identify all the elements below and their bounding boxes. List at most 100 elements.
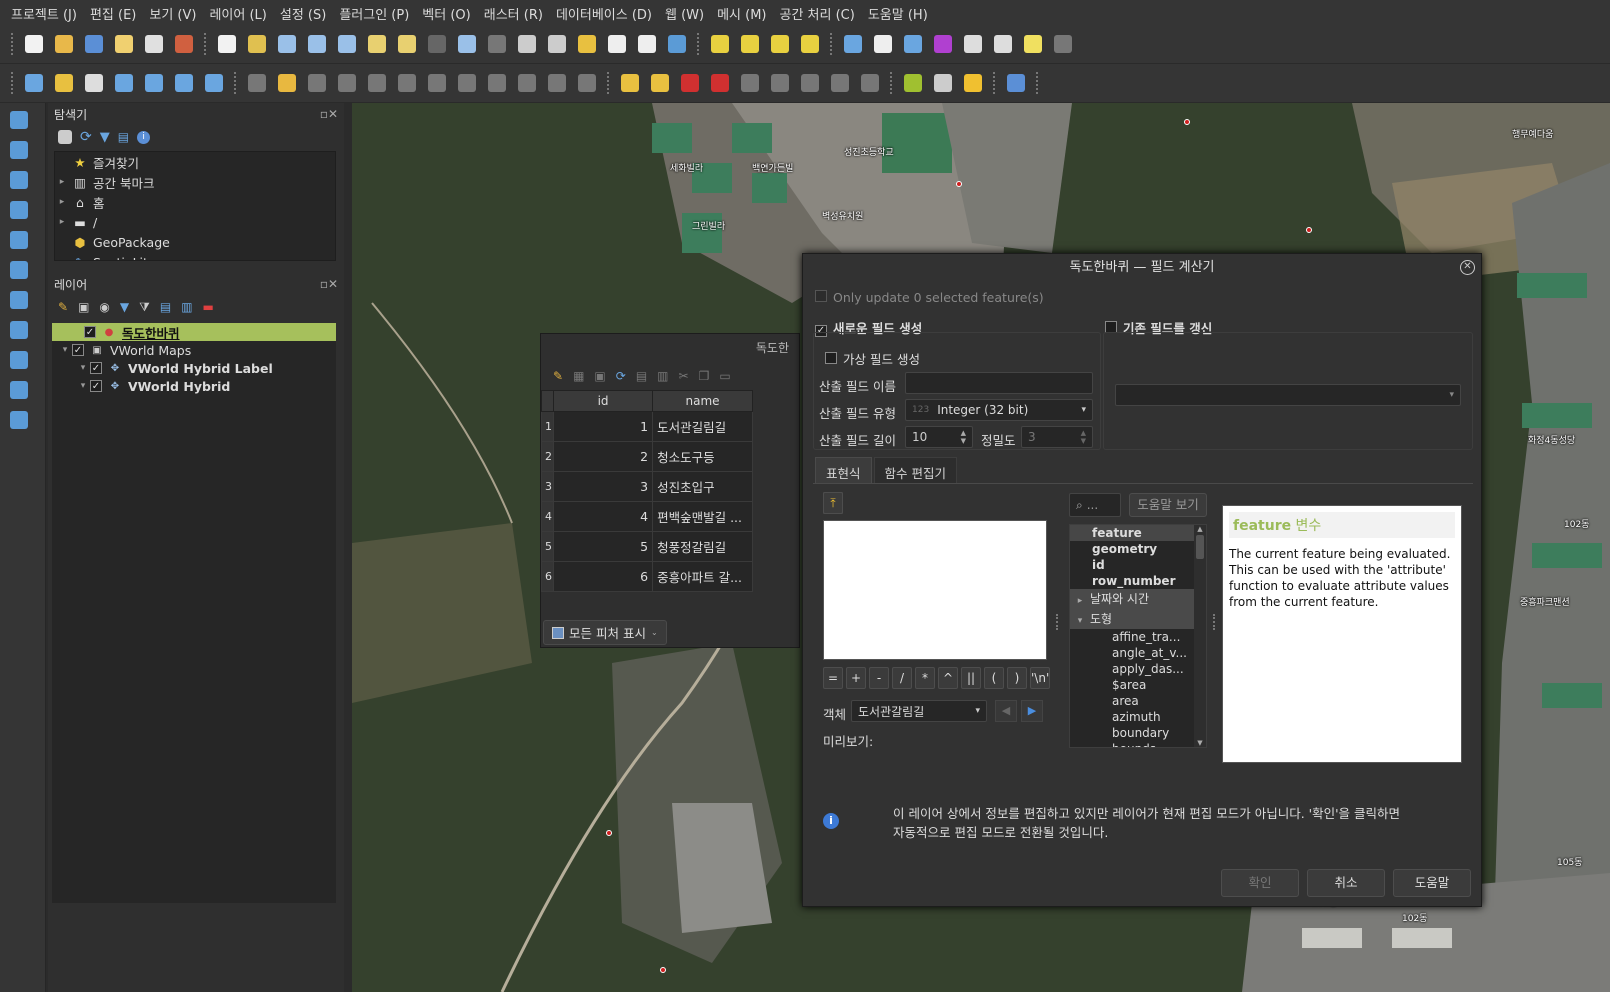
function-search-input[interactable]: ⌕ ... bbox=[1069, 493, 1121, 517]
bookmark-icon[interactable] bbox=[574, 31, 600, 57]
browser-item[interactable]: ✎ SpatiaLite bbox=[55, 252, 335, 261]
diagram-icon[interactable] bbox=[707, 70, 733, 96]
map-place-label[interactable]: 102동 bbox=[1402, 911, 1427, 924]
deselect-icon[interactable] bbox=[767, 31, 793, 57]
zoom-full-icon[interactable] bbox=[334, 31, 360, 57]
multi-edit-icon[interactable]: ▦ bbox=[573, 369, 584, 383]
layer-visibility-checkbox[interactable]: ✓ bbox=[84, 326, 96, 338]
close-icon[interactable]: ✕ bbox=[1460, 260, 1475, 275]
show-bookmarks-icon[interactable] bbox=[604, 31, 630, 57]
field-calculator-icon[interactable] bbox=[960, 31, 986, 57]
tab-function-editor[interactable]: 함수 편집기 bbox=[873, 457, 957, 483]
collapse-all-icon[interactable]: ▤ bbox=[118, 130, 129, 144]
layer-style-icon[interactable]: ✎ bbox=[58, 300, 68, 314]
table-row[interactable]: 4 4 편백숲맨발길 ... bbox=[541, 501, 753, 532]
operator-button[interactable]: = bbox=[823, 667, 843, 689]
function-item[interactable]: boundary bbox=[1070, 725, 1206, 741]
operator-button[interactable]: - bbox=[869, 667, 889, 689]
save-edits-icon[interactable]: ▣ bbox=[594, 369, 605, 383]
pan-icon[interactable] bbox=[214, 31, 240, 57]
layer-visibility-checkbox[interactable]: ✓ bbox=[90, 362, 102, 374]
previous-feature-button[interactable]: ◀ bbox=[995, 700, 1017, 722]
layout-manager-icon[interactable] bbox=[141, 31, 167, 57]
layers-panel-close-icon[interactable]: ▫✕ bbox=[320, 277, 338, 291]
georeferencer-icon[interactable] bbox=[900, 70, 926, 96]
delete-selected-icon[interactable] bbox=[424, 70, 450, 96]
style-manager-icon[interactable] bbox=[171, 31, 197, 57]
menu-item[interactable]: 설정 (S) bbox=[275, 4, 331, 23]
data-source-manager-icon[interactable] bbox=[21, 70, 47, 96]
menu-item[interactable]: 프로젝트 (J) bbox=[6, 4, 82, 23]
poi-marker[interactable] bbox=[606, 830, 612, 836]
operator-button[interactable]: * bbox=[915, 667, 935, 689]
expand-arrow-icon[interactable]: ▸ bbox=[1070, 591, 1090, 611]
map-place-label[interactable]: 성진초등학교 bbox=[844, 145, 894, 158]
function-item[interactable]: affine_tra... bbox=[1070, 629, 1206, 645]
layer-item[interactable]: ✓ ● 독도한바퀴 bbox=[52, 323, 336, 341]
info-icon[interactable]: i bbox=[137, 130, 151, 144]
poi-marker[interactable] bbox=[660, 967, 666, 973]
spin-arrows-icon[interactable]: ▲ ▼ bbox=[1081, 429, 1086, 445]
expression-editor[interactable] bbox=[823, 520, 1047, 660]
poi-marker[interactable] bbox=[956, 181, 962, 187]
edits-icon[interactable] bbox=[244, 70, 270, 96]
save-layer-edits-icon[interactable] bbox=[304, 70, 330, 96]
expand-arrow-icon[interactable]: ▾ bbox=[76, 363, 90, 373]
processing-toolbox-icon[interactable] bbox=[900, 31, 926, 57]
output-field-name-input[interactable] bbox=[905, 372, 1093, 394]
toolbar-grip[interactable] bbox=[11, 72, 14, 94]
function-item[interactable]: $area bbox=[1070, 677, 1206, 693]
open-project-icon[interactable] bbox=[51, 31, 77, 57]
settings-icon[interactable] bbox=[1050, 31, 1076, 57]
operator-button[interactable]: / bbox=[892, 667, 912, 689]
move-label-icon[interactable] bbox=[797, 70, 823, 96]
add-arcgis-layer-icon[interactable] bbox=[6, 347, 32, 373]
toolbar-grip[interactable] bbox=[204, 33, 207, 55]
delete-feature-icon[interactable]: ▥ bbox=[657, 369, 668, 383]
expand-arrow-icon[interactable]: ▾ bbox=[58, 345, 72, 355]
panel-close-icon[interactable]: ▫✕ bbox=[320, 107, 338, 121]
map-place-label[interactable]: 벽성유치원 bbox=[822, 209, 863, 222]
zoom-last-icon[interactable] bbox=[454, 31, 480, 57]
add-wms-layer-icon[interactable] bbox=[6, 287, 32, 313]
operator-button[interactable]: || bbox=[961, 667, 981, 689]
plugin-icon[interactable] bbox=[930, 70, 956, 96]
function-item[interactable]: bounds bbox=[1070, 741, 1206, 747]
redo-icon[interactable] bbox=[574, 70, 600, 96]
layer-filter-icon[interactable]: ▼ bbox=[120, 300, 129, 314]
menu-item[interactable]: 편집 (E) bbox=[85, 4, 141, 23]
show-label-icon[interactable] bbox=[767, 70, 793, 96]
table-row[interactable]: 2 2 청소도구등 bbox=[541, 441, 753, 472]
table-row[interactable]: 1 1 도서관길림길 bbox=[541, 411, 753, 442]
reload-icon[interactable]: ⟳ bbox=[616, 369, 626, 383]
cell-id[interactable]: 1 bbox=[552, 411, 654, 442]
function-item[interactable]: area bbox=[1070, 693, 1206, 709]
table-row[interactable]: 6 6 중흥아파트 갈... bbox=[541, 561, 753, 592]
next-feature-button[interactable]: ▶ bbox=[1021, 700, 1043, 722]
toggle-edit-icon[interactable]: ✎ bbox=[553, 369, 563, 383]
toggle-editing-icon[interactable] bbox=[274, 70, 300, 96]
select-features-icon[interactable] bbox=[707, 31, 733, 57]
poi-marker[interactable] bbox=[1306, 227, 1312, 233]
cell-id[interactable]: 2 bbox=[552, 441, 654, 472]
precision-spinbox[interactable]: 3 ▲ ▼ bbox=[1021, 426, 1093, 448]
add-raster-layer-icon[interactable] bbox=[6, 137, 32, 163]
show-help-button[interactable]: 도움말 보기 bbox=[1129, 493, 1207, 517]
row-number[interactable]: 1 bbox=[541, 411, 554, 442]
zoom-native-icon[interactable] bbox=[424, 31, 450, 57]
cell-name[interactable]: 청소도구등 bbox=[652, 441, 753, 472]
export-icon[interactable]: ⤒ bbox=[823, 492, 843, 514]
new-print-layout-icon[interactable] bbox=[111, 31, 137, 57]
row-number[interactable]: 6 bbox=[541, 561, 554, 592]
copy-features-icon[interactable] bbox=[484, 70, 510, 96]
feature-select[interactable]: 도서관갈림길 ▾ bbox=[851, 700, 987, 722]
change-label-icon[interactable] bbox=[857, 70, 883, 96]
new-map-view-icon[interactable] bbox=[514, 31, 540, 57]
layer-item[interactable]: ▾ ✓ ✥ VWorld Hybrid bbox=[52, 377, 336, 395]
function-group[interactable]: ▾ 도형 bbox=[1070, 609, 1206, 629]
operator-button[interactable]: + bbox=[846, 667, 866, 689]
row-number[interactable]: 5 bbox=[541, 531, 554, 562]
filter-expression-icon[interactable]: ⧩ bbox=[139, 300, 150, 315]
tab-expression[interactable]: 표현식 bbox=[815, 457, 872, 483]
add-virtual-layer-icon[interactable] bbox=[6, 257, 32, 283]
